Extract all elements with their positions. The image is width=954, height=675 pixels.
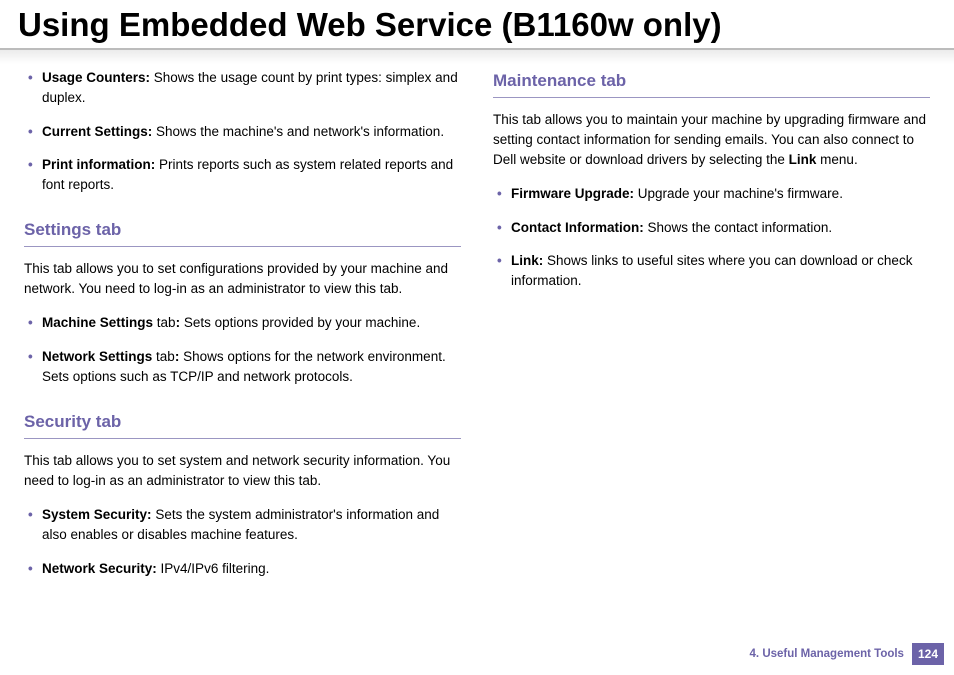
intro-list: Usage Counters: Shows the usage count by… <box>24 68 461 195</box>
intro-post: menu. <box>816 152 857 167</box>
left-column: Usage Counters: Shows the usage count by… <box>24 68 461 592</box>
item-desc: Upgrade your machine's firmware. <box>634 186 843 201</box>
footer-chapter: 4. Useful Management Tools <box>750 648 904 660</box>
item-term: Machine Settings <box>42 315 153 330</box>
item-term: Print information: <box>42 157 155 172</box>
list-item: Machine Settings tab: Sets options provi… <box>24 313 461 333</box>
item-term: Link: <box>511 253 543 268</box>
list-item: Usage Counters: Shows the usage count by… <box>24 68 461 109</box>
list-item: Link: Shows links to useful sites where … <box>493 251 930 292</box>
item-desc: Sets options provided by your machine. <box>180 315 420 330</box>
list-item: Print information: Prints reports such a… <box>24 155 461 196</box>
item-desc: Shows the contact information. <box>644 220 832 235</box>
security-list: System Security: Sets the system adminis… <box>24 505 461 579</box>
item-term: Usage Counters: <box>42 70 150 85</box>
security-heading: Security tab <box>24 409 461 439</box>
settings-heading: Settings tab <box>24 217 461 247</box>
item-desc: Shows links to useful sites where you ca… <box>511 253 912 288</box>
item-mid: tab <box>152 349 175 364</box>
security-intro: This tab allows you to set system and ne… <box>24 451 461 492</box>
settings-intro: This tab allows you to set configuration… <box>24 259 461 300</box>
page-title: Using Embedded Web Service (B1160w only) <box>0 0 954 50</box>
settings-list: Machine Settings tab: Sets options provi… <box>24 313 461 387</box>
maintenance-intro: This tab allows you to maintain your mac… <box>493 110 930 171</box>
list-item: Contact Information: Shows the contact i… <box>493 218 930 238</box>
maintenance-list: Firmware Upgrade: Upgrade your machine's… <box>493 184 930 291</box>
content-columns: Usage Counters: Shows the usage count by… <box>0 50 954 592</box>
list-item: Current Settings: Shows the machine's an… <box>24 122 461 142</box>
item-term: Network Security: <box>42 561 157 576</box>
maintenance-heading: Maintenance tab <box>493 68 930 98</box>
intro-pre: This tab allows you to maintain your mac… <box>493 112 926 168</box>
item-desc: IPv4/IPv6 filtering. <box>157 561 270 576</box>
item-term: Firmware Upgrade: <box>511 186 634 201</box>
right-column: Maintenance tab This tab allows you to m… <box>493 68 930 592</box>
list-item: Firmware Upgrade: Upgrade your machine's… <box>493 184 930 204</box>
item-desc: Shows the machine's and network's inform… <box>152 124 444 139</box>
item-mid: tab <box>153 315 176 330</box>
title-shadow <box>0 50 954 64</box>
item-term: Current Settings: <box>42 124 152 139</box>
page-number: 124 <box>912 643 944 665</box>
list-item: Network Settings tab: Shows options for … <box>24 347 461 388</box>
item-term: Contact Information: <box>511 220 644 235</box>
item-term: System Security: <box>42 507 152 522</box>
list-item: System Security: Sets the system adminis… <box>24 505 461 546</box>
item-term: Network Settings <box>42 349 152 364</box>
list-item: Network Security: IPv4/IPv6 filtering. <box>24 559 461 579</box>
page-footer: 4. Useful Management Tools 124 <box>750 643 944 665</box>
intro-bold: Link <box>789 152 817 167</box>
